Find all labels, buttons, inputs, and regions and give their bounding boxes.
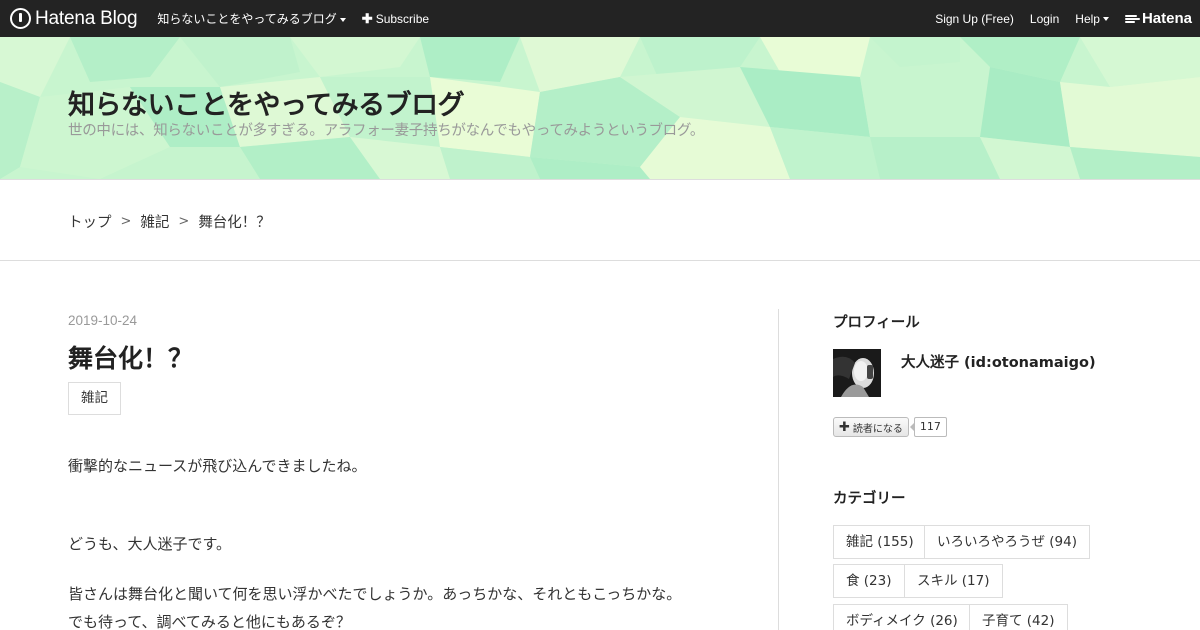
subscribe-label: Subscribe	[375, 11, 430, 26]
breadcrumb-bar: トップ > 雑記 > 舞台化！？	[0, 179, 1200, 261]
help-label: Help	[1075, 11, 1100, 26]
plus-icon: ✚	[361, 10, 373, 26]
hatena-logo[interactable]: Hatena	[1124, 10, 1192, 27]
avatar[interactable]	[833, 349, 881, 397]
blog-description: 世の中には、知らないことが多すぎる。アラフォー妻子持ちがなんでもやってみようとい…	[68, 123, 705, 139]
entry-paragraph: でも待って、調べてみると他にもあるぞ？	[68, 613, 351, 630]
breadcrumb-separator: >	[178, 214, 190, 229]
caret-down-icon	[1102, 17, 1109, 22]
signup-link[interactable]: Sign Up (Free)	[935, 12, 1014, 26]
column-divider	[778, 309, 779, 630]
profile-heading: プロフィール	[833, 315, 920, 331]
caret-down-icon	[339, 17, 346, 22]
hatena-logo-text: Hatena	[1141, 10, 1192, 27]
plus-icon: ✚	[839, 419, 850, 435]
global-header-right: Sign Up (Free) Login Help Hatena	[935, 0, 1200, 37]
subscribe-link[interactable]: ✚ Subscribe	[362, 11, 429, 27]
breadcrumb-item-top[interactable]: トップ	[68, 211, 112, 232]
blog-menu-label: 知らないことをやってみるブログ	[157, 12, 337, 26]
login-link[interactable]: Login	[1030, 12, 1059, 26]
breadcrumb-separator: >	[120, 214, 132, 229]
breadcrumb: トップ > 雑記 > 舞台化！？	[68, 211, 271, 232]
category-heading: カテゴリー	[833, 491, 906, 507]
entry-paragraph: 衝撃的なニュースが飛び込んできましたね。	[68, 457, 367, 475]
global-header-bar: Hatena Blog 知らないことをやってみるブログ ✚ Subscribe …	[0, 0, 1200, 37]
category-tag[interactable]: ボディメイク (26)	[833, 604, 971, 630]
blog-header: 知らないことをやってみるブログ 世の中には、知らないことが多すぎる。アラフォー妻…	[0, 37, 1200, 179]
category-tag[interactable]: いろいろやろうぜ (94)	[924, 525, 1091, 559]
category-tag[interactable]: 子育て (42)	[969, 604, 1068, 630]
blog-menu-dropdown[interactable]: 知らないことをやってみるブログ	[157, 10, 346, 27]
entry-title[interactable]: 舞台化！？	[68, 339, 193, 375]
entry-date[interactable]: 2019-10-24	[68, 313, 137, 328]
hatena-blog-logo-text: Hatena Blog	[35, 7, 138, 29]
breadcrumb-item-current: 舞台化！？	[198, 215, 271, 231]
reader-subscribe-label: 読者になる	[852, 423, 903, 435]
category-tag[interactable]: 食 (23)	[833, 564, 905, 598]
breadcrumb-item-category[interactable]: 雑記	[140, 211, 169, 232]
category-tag[interactable]: 雑記 (155)	[833, 525, 927, 559]
entry-category-tag[interactable]: 雑記	[68, 382, 121, 415]
reader-subscribe-button[interactable]: ✚ 読者になる	[833, 417, 909, 437]
blog-title[interactable]: 知らないことをやってみるブログ	[68, 83, 465, 122]
hatena-mark-icon	[1124, 14, 1140, 24]
hatena-blog-logo-icon	[10, 8, 31, 29]
profile-name[interactable]: 大人迷子 (id:otonamaigo)	[901, 351, 1096, 372]
help-menu[interactable]: Help	[1075, 12, 1109, 26]
entry-paragraph: どうも、大人迷子です。	[68, 535, 232, 553]
category-tag[interactable]: スキル (17)	[904, 564, 1003, 598]
entry-paragraph: 皆さんは舞台化と聞いて何を思い浮かべたでしょうか。あっちかな、それともこっちかな…	[68, 585, 682, 603]
hatena-blog-logo[interactable]: Hatena Blog	[10, 0, 138, 37]
reader-subscribe-widget: ✚ 読者になる 117	[833, 417, 947, 437]
subscriber-count[interactable]: 117	[909, 417, 947, 437]
avatar-image	[833, 349, 881, 397]
